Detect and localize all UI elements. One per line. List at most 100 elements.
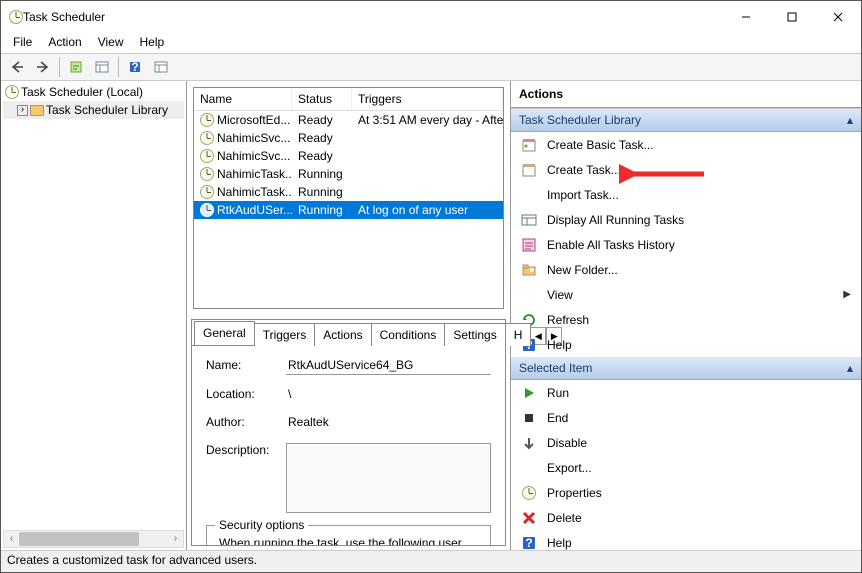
collapse-icon[interactable]: ▴ bbox=[847, 361, 853, 375]
help-button[interactable]: ? bbox=[123, 56, 147, 78]
task-status: Ready bbox=[292, 149, 352, 163]
action-label: Export... bbox=[547, 461, 851, 475]
blank-icon bbox=[521, 287, 537, 303]
action-new-folder[interactable]: New Folder... bbox=[511, 257, 861, 282]
menu-view[interactable]: View bbox=[90, 33, 132, 53]
task-detail-tabs: GeneralTriggersActionsConditionsSettings… bbox=[191, 319, 506, 546]
close-button[interactable] bbox=[815, 1, 861, 33]
properties-button[interactable] bbox=[64, 56, 88, 78]
run-icon bbox=[521, 385, 537, 401]
description-box[interactable] bbox=[286, 443, 491, 513]
view-button-2[interactable] bbox=[149, 56, 173, 78]
task-row[interactable]: NahimicSvc...Ready bbox=[194, 147, 503, 165]
action-refresh[interactable]: Refresh bbox=[511, 307, 861, 332]
minimize-button[interactable] bbox=[723, 1, 769, 33]
svg-text:?: ? bbox=[525, 536, 532, 550]
name-value[interactable]: RtkAudUService64_BG bbox=[286, 358, 491, 375]
author-label: Author: bbox=[206, 415, 286, 431]
task-name: NahimicSvc... bbox=[217, 131, 290, 145]
action-create-basic-task[interactable]: Create Basic Task... bbox=[511, 132, 861, 157]
task-icon bbox=[521, 162, 537, 178]
action-label: New Folder... bbox=[547, 263, 851, 277]
action-run[interactable]: Run bbox=[511, 380, 861, 405]
tab-h[interactable]: H bbox=[505, 323, 532, 346]
action-view[interactable]: View▶ bbox=[511, 282, 861, 307]
window-title: Task Scheduler bbox=[23, 10, 723, 24]
action-delete[interactable]: Delete bbox=[511, 505, 861, 530]
col-triggers[interactable]: Triggers bbox=[352, 88, 503, 110]
task-row[interactable]: NahimicSvc...Ready bbox=[194, 129, 503, 147]
tree-scrollbar[interactable]: ‹› bbox=[3, 530, 184, 548]
task-status: Running bbox=[292, 203, 352, 217]
action-help[interactable]: ?Help bbox=[511, 530, 861, 550]
task-scheduler-window: Task Scheduler File Action View Help ? T… bbox=[0, 0, 862, 573]
display-icon bbox=[521, 212, 537, 228]
view-button-1[interactable] bbox=[90, 56, 114, 78]
action-label: Enable All Tasks History bbox=[547, 238, 851, 252]
tab-general: Name: RtkAudUService64_BG Location: \ Au… bbox=[192, 346, 505, 545]
collapse-icon[interactable]: ▴ bbox=[847, 113, 853, 127]
action-label: Delete bbox=[547, 511, 851, 525]
task-row[interactable]: RtkAudUSer...RunningAt log on of any use… bbox=[194, 201, 503, 219]
action-label: View bbox=[547, 288, 833, 302]
action-help[interactable]: ?Help bbox=[511, 332, 861, 357]
task-triggers: At log on of any user bbox=[352, 203, 503, 217]
props-icon bbox=[521, 485, 537, 501]
location-value: \ bbox=[286, 387, 491, 403]
actions-section-library[interactable]: Task Scheduler Library ▴ bbox=[511, 109, 861, 132]
task-name: RtkAudUSer... bbox=[217, 203, 292, 217]
tree-library-label: Task Scheduler Library bbox=[46, 103, 168, 117]
task-status: Running bbox=[292, 167, 352, 181]
back-button[interactable] bbox=[5, 56, 29, 78]
task-name: NahimicTask... bbox=[217, 167, 292, 181]
clock-icon bbox=[5, 85, 19, 99]
expand-icon[interactable]: › bbox=[17, 105, 28, 116]
clock-icon bbox=[200, 149, 214, 163]
tree-library[interactable]: › Task Scheduler Library bbox=[3, 101, 184, 119]
task-triggers: At 3:51 AM every day - After bbox=[352, 113, 503, 127]
actions-section-selected[interactable]: Selected Item ▴ bbox=[511, 357, 861, 380]
action-end[interactable]: End bbox=[511, 405, 861, 430]
security-options-group: Security options When running the task, … bbox=[206, 525, 491, 545]
enable-icon bbox=[521, 237, 537, 253]
description-label: Description: bbox=[206, 443, 286, 457]
task-row[interactable]: NahimicTask...Running bbox=[194, 165, 503, 183]
action-import-task[interactable]: Import Task... bbox=[511, 182, 861, 207]
col-status[interactable]: Status bbox=[292, 88, 352, 110]
tab-settings[interactable]: Settings bbox=[444, 323, 505, 346]
task-row[interactable]: NahimicTask...Running bbox=[194, 183, 503, 201]
action-display-all-running-tasks[interactable]: Display All Running Tasks bbox=[511, 207, 861, 232]
action-disable[interactable]: Disable bbox=[511, 430, 861, 455]
clock-icon bbox=[200, 113, 214, 127]
action-enable-all-tasks-history[interactable]: Enable All Tasks History bbox=[511, 232, 861, 257]
menu-file[interactable]: File bbox=[5, 33, 40, 53]
action-label: End bbox=[547, 411, 851, 425]
tab-general[interactable]: General bbox=[194, 321, 255, 345]
list-header: Name Status Triggers bbox=[194, 88, 503, 111]
tab-conditions[interactable]: Conditions bbox=[371, 323, 446, 346]
action-label: Import Task... bbox=[547, 188, 851, 202]
action-label: Refresh bbox=[547, 313, 851, 327]
forward-button[interactable] bbox=[31, 56, 55, 78]
tree-root[interactable]: Task Scheduler (Local) bbox=[3, 83, 184, 101]
action-create-task[interactable]: Create Task... bbox=[511, 157, 861, 182]
task-row[interactable]: MicrosoftEd...ReadyAt 3:51 AM every day … bbox=[194, 111, 503, 129]
action-properties[interactable]: Properties bbox=[511, 480, 861, 505]
maximize-button[interactable] bbox=[769, 1, 815, 33]
title-bar: Task Scheduler bbox=[1, 1, 861, 33]
security-legend: Security options bbox=[215, 518, 308, 532]
menu-action[interactable]: Action bbox=[40, 33, 89, 53]
tab-actions[interactable]: Actions bbox=[314, 323, 371, 346]
security-text: When running the task, use the following… bbox=[219, 536, 478, 545]
actions-header: Actions bbox=[511, 81, 861, 108]
tab-triggers[interactable]: Triggers bbox=[254, 323, 316, 346]
clock-icon bbox=[200, 131, 214, 145]
tree-pane[interactable]: Task Scheduler (Local) › Task Scheduler … bbox=[1, 81, 187, 550]
delete-icon bbox=[521, 510, 537, 526]
action-export[interactable]: Export... bbox=[511, 455, 861, 480]
task-status: Ready bbox=[292, 131, 352, 145]
menu-help[interactable]: Help bbox=[132, 33, 173, 53]
location-label: Location: bbox=[206, 387, 286, 403]
task-list[interactable]: Name Status Triggers MicrosoftEd...Ready… bbox=[193, 87, 504, 309]
col-name[interactable]: Name bbox=[194, 88, 292, 110]
